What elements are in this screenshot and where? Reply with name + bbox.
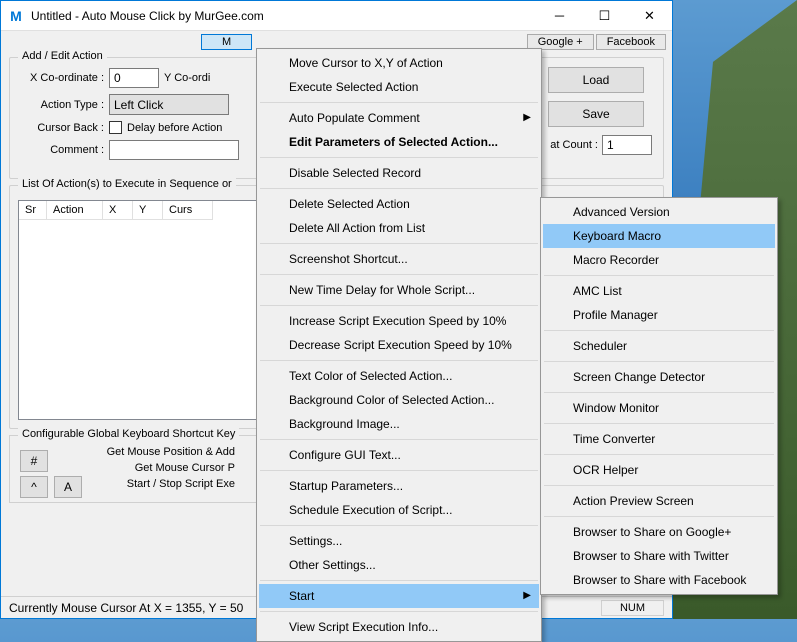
top-button-facebook[interactable]: Facebook — [596, 34, 666, 50]
a-button[interactable]: A — [54, 476, 82, 498]
main-menu-item-18[interactable]: Text Color of Selected Action... — [259, 364, 539, 388]
main-menu-item-27[interactable]: Settings... — [259, 529, 539, 553]
main-menu-item-20[interactable]: Background Image... — [259, 412, 539, 436]
start-submenu-item-11[interactable]: Window Monitor — [543, 396, 775, 420]
cursor-back-label: Cursor Back : — [18, 122, 104, 134]
main-menu-separator — [260, 102, 538, 103]
window-title: Untitled - Auto Mouse Click by MurGee.co… — [31, 9, 537, 23]
start-submenu-separator — [544, 392, 774, 393]
status-num: NUM — [601, 600, 664, 616]
main-menu-separator — [260, 439, 538, 440]
save-button[interactable]: Save — [548, 101, 644, 127]
repeat-count-label: at Count : — [548, 139, 598, 151]
main-menu-item-9[interactable]: Delete All Action from List — [259, 216, 539, 240]
main-menu-item-22[interactable]: Configure GUI Text... — [259, 443, 539, 467]
action-type-label: Action Type : — [18, 99, 104, 111]
main-menu-separator — [260, 580, 538, 581]
start-submenu-separator — [544, 361, 774, 362]
app-icon: M — [7, 7, 25, 25]
delay-label: Delay before Action — [127, 122, 222, 134]
add-edit-group-title: Add / Edit Action — [18, 50, 107, 62]
submenu-arrow-icon: ▶ — [523, 590, 531, 601]
action-type-value: Left Click — [114, 98, 163, 112]
main-menu-item-1[interactable]: Execute Selected Action — [259, 75, 539, 99]
main-menu-item-8[interactable]: Delete Selected Action — [259, 192, 539, 216]
start-submenu-item-1[interactable]: Keyboard Macro — [543, 224, 775, 248]
comment-label: Comment : — [18, 144, 104, 156]
main-menu-separator — [260, 305, 538, 306]
main-menu-item-28[interactable]: Other Settings... — [259, 553, 539, 577]
main-menu-separator — [260, 274, 538, 275]
start-submenu-separator — [544, 454, 774, 455]
start-submenu-item-2[interactable]: Macro Recorder — [543, 248, 775, 272]
start-submenu-item-0[interactable]: Advanced Version — [543, 200, 775, 224]
main-menu-item-3[interactable]: Auto Populate Comment▶ — [259, 106, 539, 130]
main-menu-item-16[interactable]: Decrease Script Execution Speed by 10% — [259, 333, 539, 357]
start-submenu-separator — [544, 516, 774, 517]
context-menu-main[interactable]: Move Cursor to X,Y of ActionExecute Sele… — [256, 48, 542, 642]
submenu-arrow-icon: ▶ — [523, 112, 531, 123]
hash-button[interactable]: # — [20, 450, 48, 472]
start-submenu-item-7[interactable]: Scheduler — [543, 334, 775, 358]
main-menu-separator — [260, 243, 538, 244]
shortcut-group-title: Configurable Global Keyboard Shortcut Ke… — [18, 428, 239, 440]
col-action[interactable]: Action — [47, 201, 103, 220]
titlebar[interactable]: M Untitled - Auto Mouse Click by MurGee.… — [1, 1, 672, 31]
start-submenu-separator — [544, 275, 774, 276]
right-column: Load Save at Count : — [548, 67, 658, 155]
start-submenu-separator — [544, 423, 774, 424]
main-menu-separator — [260, 611, 538, 612]
main-menu-item-25[interactable]: Schedule Execution of Script... — [259, 498, 539, 522]
start-submenu-item-19[interactable]: Browser to Share on Google+ — [543, 520, 775, 544]
cursor-back-checkbox[interactable] — [109, 121, 122, 134]
start-submenu-item-21[interactable]: Browser to Share with Facebook — [543, 568, 775, 592]
start-submenu-item-9[interactable]: Screen Change Detector — [543, 365, 775, 389]
main-menu-item-24[interactable]: Startup Parameters... — [259, 474, 539, 498]
start-submenu-item-17[interactable]: Action Preview Screen — [543, 489, 775, 513]
main-menu-item-13[interactable]: New Time Delay for Whole Script... — [259, 278, 539, 302]
cfg-row1-label: Get Mouse Position & Add — [107, 446, 235, 458]
main-menu-separator — [260, 470, 538, 471]
x-coord-label: X Co-ordinate : — [18, 72, 104, 84]
main-menu-separator — [260, 360, 538, 361]
start-submenu-item-5[interactable]: Profile Manager — [543, 303, 775, 327]
y-coord-label: Y Co-ordi — [164, 72, 218, 84]
main-menu-separator — [260, 188, 538, 189]
close-button[interactable]: ✕ — [627, 1, 672, 31]
maximize-button[interactable]: ☐ — [582, 1, 627, 31]
top-button-active[interactable]: M — [201, 34, 252, 50]
main-menu-item-15[interactable]: Increase Script Execution Speed by 10% — [259, 309, 539, 333]
col-cursor[interactable]: Curs — [163, 201, 213, 220]
main-menu-item-0[interactable]: Move Cursor to X,Y of Action — [259, 51, 539, 75]
col-x[interactable]: X — [103, 201, 133, 220]
cfg-row2-label: Get Mouse Cursor P — [135, 462, 235, 474]
col-sr[interactable]: Sr — [19, 201, 47, 220]
x-coord-input[interactable] — [109, 68, 159, 88]
main-menu-separator — [260, 525, 538, 526]
caret-button[interactable]: ^ — [20, 476, 48, 498]
action-list-title: List Of Action(s) to Execute in Sequence… — [18, 178, 236, 190]
main-menu-separator — [260, 157, 538, 158]
status-cursor-pos: Currently Mouse Cursor At X = 1355, Y = … — [9, 601, 243, 615]
load-button[interactable]: Load — [548, 67, 644, 93]
main-menu-item-30[interactable]: Start▶ — [259, 584, 539, 608]
col-y[interactable]: Y — [133, 201, 163, 220]
cfg-row3-label: Start / Stop Script Exe — [127, 478, 235, 490]
repeat-count-input[interactable] — [602, 135, 652, 155]
comment-input[interactable] — [109, 140, 239, 160]
action-type-select[interactable]: Left Click — [109, 94, 229, 115]
main-menu-item-19[interactable]: Background Color of Selected Action... — [259, 388, 539, 412]
context-menu-start-submenu[interactable]: Advanced VersionKeyboard MacroMacro Reco… — [540, 197, 778, 595]
minimize-button[interactable]: ─ — [537, 1, 582, 31]
main-menu-item-6[interactable]: Disable Selected Record — [259, 161, 539, 185]
start-submenu-item-20[interactable]: Browser to Share with Twitter — [543, 544, 775, 568]
start-submenu-separator — [544, 485, 774, 486]
start-submenu-separator — [544, 330, 774, 331]
main-menu-item-11[interactable]: Screenshot Shortcut... — [259, 247, 539, 271]
start-submenu-item-4[interactable]: AMC List — [543, 279, 775, 303]
start-submenu-item-15[interactable]: OCR Helper — [543, 458, 775, 482]
main-menu-item-4[interactable]: Edit Parameters of Selected Action... — [259, 130, 539, 154]
start-submenu-item-13[interactable]: Time Converter — [543, 427, 775, 451]
